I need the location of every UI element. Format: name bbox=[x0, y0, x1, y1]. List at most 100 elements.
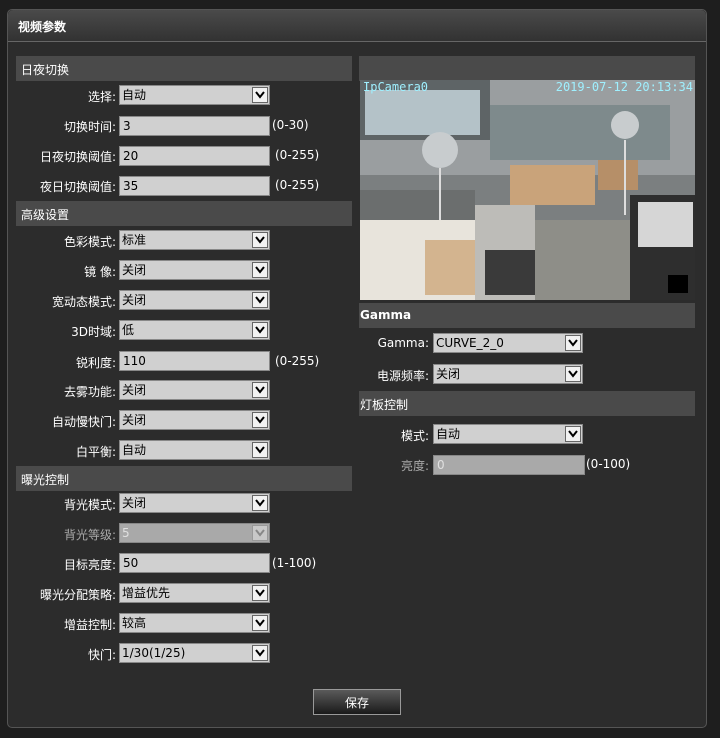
switch-time-input[interactable] bbox=[119, 116, 270, 136]
section-exposure: 曝光控制 bbox=[16, 466, 352, 491]
day-night-threshold-input[interactable] bbox=[119, 146, 270, 166]
light-mode-select[interactable]: 自动 bbox=[433, 424, 583, 444]
section-title: 灯板控制 bbox=[360, 398, 409, 412]
select-value: 标准 bbox=[122, 233, 147, 247]
section-title: Gamma bbox=[360, 308, 412, 322]
dnr-label: 3D时域: bbox=[71, 325, 116, 339]
backlight-level-select[interactable]: 5 bbox=[119, 523, 270, 543]
chevron-down-icon bbox=[252, 442, 268, 458]
panel-title: 视频参数 bbox=[18, 20, 67, 34]
slow-shutter-label: 自动慢快门: bbox=[51, 415, 116, 429]
switch-time-range: (0-30) bbox=[272, 118, 309, 132]
select-value: 低 bbox=[122, 323, 135, 337]
select-value: 增益优先 bbox=[122, 586, 171, 600]
gamma-label: Gamma: bbox=[377, 336, 429, 350]
chevron-down-icon bbox=[252, 292, 268, 308]
gain-label: 增益控制: bbox=[63, 618, 116, 632]
sharpness-label: 锐利度: bbox=[75, 356, 116, 370]
day-night-mode-label: 选择: bbox=[87, 90, 116, 104]
day-night-threshold-range: (0-255) bbox=[275, 148, 320, 162]
select-value: 关闭 bbox=[122, 383, 147, 397]
video-preview: IpCamera0 2019-07-12 20:13:34 bbox=[360, 80, 695, 300]
defog-label: 去雾功能: bbox=[63, 385, 116, 399]
select-value: 关闭 bbox=[122, 496, 147, 510]
chevron-down-icon bbox=[252, 645, 268, 661]
power-frequency-label: 电源频率: bbox=[376, 369, 429, 383]
select-value: 自动 bbox=[122, 443, 147, 457]
chevron-down-icon bbox=[565, 335, 581, 351]
shutter-select[interactable]: 1/30(1/25) bbox=[119, 643, 270, 663]
light-mode-label: 模式: bbox=[400, 429, 429, 443]
gamma-select[interactable]: CURVE_2_0 bbox=[433, 333, 583, 353]
light-brightness-input[interactable] bbox=[433, 455, 585, 475]
chevron-down-icon bbox=[252, 232, 268, 248]
switch-time-label: 切换时间: bbox=[63, 120, 116, 134]
osd-camera-name: IpCamera0 bbox=[363, 80, 429, 94]
chevron-down-icon bbox=[252, 585, 268, 601]
chevron-down-icon bbox=[252, 322, 268, 338]
backlight-level-label: 背光等级: bbox=[63, 528, 116, 542]
chevron-down-icon bbox=[252, 525, 268, 541]
light-brightness-label: 亮度: bbox=[400, 459, 429, 473]
white-balance-label: 白平衡: bbox=[75, 445, 116, 459]
panel-header: 视频参数 bbox=[8, 10, 706, 42]
select-value: 关闭 bbox=[436, 367, 461, 381]
section-title: 高级设置 bbox=[21, 208, 70, 222]
dnr-select[interactable]: 低 bbox=[119, 320, 270, 340]
wdr-select[interactable]: 关闭 bbox=[119, 290, 270, 310]
section-title: 日夜切换 bbox=[21, 63, 70, 77]
mirror-label: 镜 像: bbox=[84, 265, 116, 279]
camera-frame-image bbox=[360, 80, 695, 300]
mirror-select[interactable]: 关闭 bbox=[119, 260, 270, 280]
day-night-threshold-label: 日夜切换阈值: bbox=[39, 150, 116, 164]
color-mode-select[interactable]: 标准 bbox=[119, 230, 270, 250]
target-brightness-label: 目标亮度: bbox=[63, 558, 116, 572]
exposure-strategy-select[interactable]: 增益优先 bbox=[119, 583, 270, 603]
white-balance-select[interactable]: 自动 bbox=[119, 440, 270, 460]
section-title: 曝光控制 bbox=[21, 473, 70, 487]
chevron-down-icon bbox=[252, 615, 268, 631]
chevron-down-icon bbox=[252, 382, 268, 398]
power-frequency-select[interactable]: 关闭 bbox=[433, 364, 583, 384]
shutter-label: 快门: bbox=[87, 648, 116, 662]
select-value: 5 bbox=[122, 526, 130, 540]
night-day-threshold-label: 夜日切换阈值: bbox=[39, 180, 116, 194]
backlight-mode-select[interactable]: 关闭 bbox=[119, 493, 270, 513]
section-gamma: Gamma bbox=[359, 303, 695, 328]
select-value: 关闭 bbox=[122, 413, 147, 427]
day-night-mode-select[interactable]: 自动 bbox=[119, 85, 270, 105]
chevron-down-icon bbox=[252, 495, 268, 511]
select-value: 关闭 bbox=[122, 263, 147, 277]
night-day-threshold-input[interactable] bbox=[119, 176, 270, 196]
sharpness-range: (0-255) bbox=[275, 354, 320, 368]
chevron-down-icon bbox=[252, 262, 268, 278]
select-value: 关闭 bbox=[122, 293, 147, 307]
select-value: 自动 bbox=[436, 427, 461, 441]
select-value: CURVE_2_0 bbox=[436, 336, 504, 350]
night-day-threshold-range: (0-255) bbox=[275, 178, 320, 192]
preview-header bbox=[359, 56, 695, 81]
select-value: 1/30(1/25) bbox=[122, 646, 186, 660]
gain-select[interactable]: 较高 bbox=[119, 613, 270, 633]
chevron-down-icon bbox=[252, 412, 268, 428]
section-light-board: 灯板控制 bbox=[359, 391, 695, 416]
select-value: 较高 bbox=[122, 616, 147, 630]
exposure-strategy-label: 曝光分配策略: bbox=[39, 588, 116, 602]
target-brightness-range: (1-100) bbox=[272, 556, 317, 570]
save-button[interactable]: 保存 bbox=[313, 689, 401, 715]
defog-select[interactable]: 关闭 bbox=[119, 380, 270, 400]
chevron-down-icon bbox=[252, 87, 268, 103]
slow-shutter-select[interactable]: 关闭 bbox=[119, 410, 270, 430]
section-advanced: 高级设置 bbox=[16, 201, 352, 226]
light-brightness-range: (0-100) bbox=[586, 457, 631, 471]
chevron-down-icon bbox=[565, 426, 581, 442]
chevron-down-icon bbox=[565, 366, 581, 382]
color-mode-label: 色彩模式: bbox=[63, 235, 116, 249]
select-value: 自动 bbox=[122, 88, 147, 102]
target-brightness-input[interactable] bbox=[119, 553, 270, 573]
section-day-night: 日夜切换 bbox=[16, 56, 352, 81]
backlight-mode-label: 背光模式: bbox=[63, 498, 116, 512]
osd-timestamp: 2019-07-12 20:13:34 bbox=[555, 80, 693, 94]
sharpness-input[interactable] bbox=[119, 351, 270, 371]
wdr-label: 宽动态模式: bbox=[51, 295, 116, 309]
